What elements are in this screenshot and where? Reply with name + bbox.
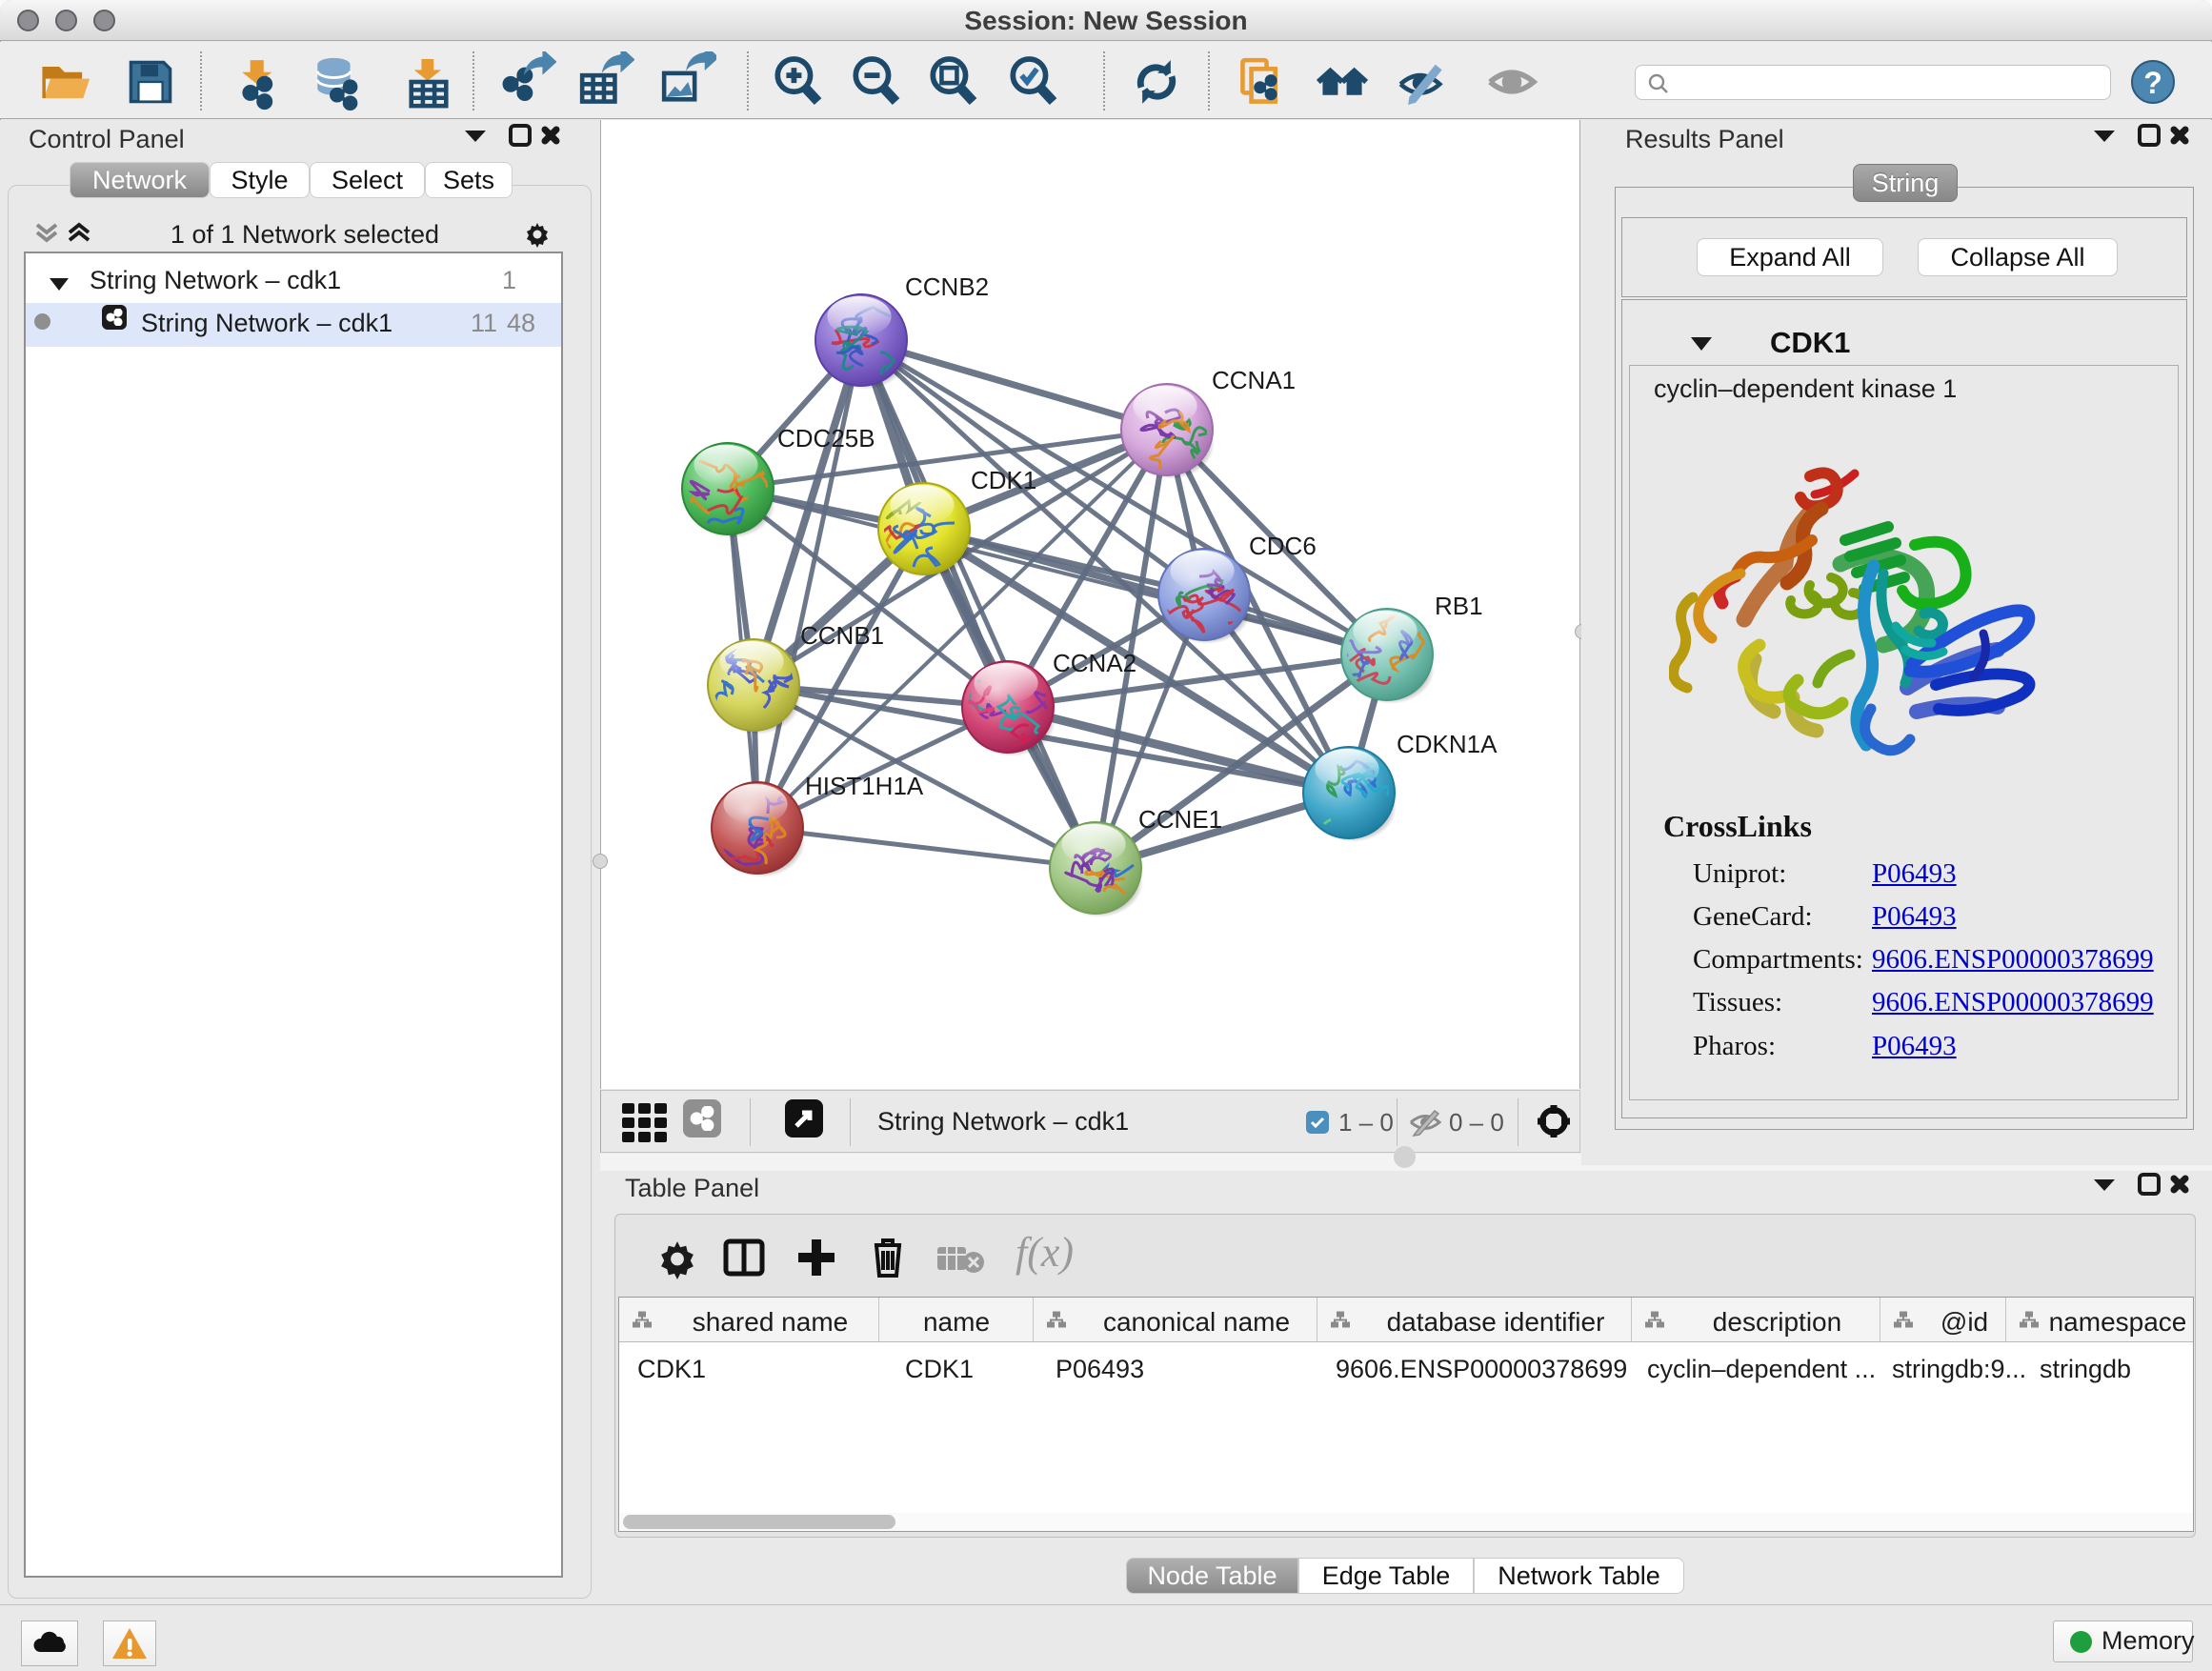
svg-text:CDC25B: CDC25B [777, 424, 875, 453]
svg-text:CCNA1: CCNA1 [1212, 366, 1296, 394]
svg-text:CCNA2: CCNA2 [1053, 649, 1136, 677]
svg-text:CCNE1: CCNE1 [1138, 805, 1222, 834]
svg-text:HIST1H1A: HIST1H1A [805, 772, 924, 800]
svg-text:CDC6: CDC6 [1249, 532, 1317, 560]
svg-text:CDK1: CDK1 [971, 466, 1036, 494]
svg-text:CCNB2: CCNB2 [905, 272, 989, 301]
svg-text:CCNB1: CCNB1 [800, 621, 884, 650]
svg-text:RB1: RB1 [1435, 592, 1483, 620]
svg-text:CDKN1A: CDKN1A [1397, 730, 1498, 758]
